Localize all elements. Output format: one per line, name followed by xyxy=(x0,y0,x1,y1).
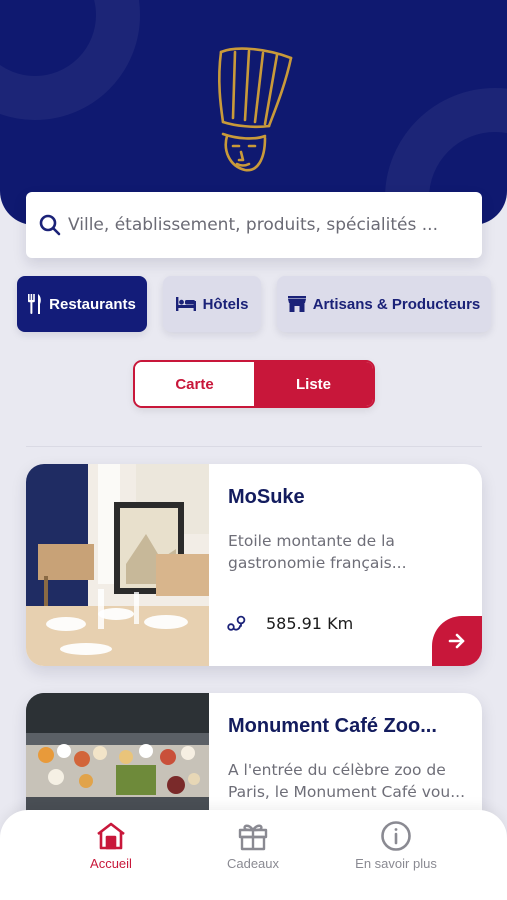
category-restaurants[interactable]: Restaurants xyxy=(17,276,147,332)
info-icon xyxy=(381,821,411,851)
category-label: Restaurants xyxy=(49,295,136,313)
tab-accueil[interactable]: Accueil xyxy=(51,820,171,880)
listing-card[interactable]: MoSuke Etoile montante de la gastronomie… xyxy=(26,464,482,666)
category-artisans-producteurs[interactable]: Artisans & Producteurs xyxy=(277,276,491,332)
view-toggle-liste[interactable]: Liste xyxy=(254,362,373,406)
bottom-tab-bar: Accueil Cadeaux En savoir plus xyxy=(0,810,507,900)
bed-icon xyxy=(175,297,196,311)
tab-en-savoir-plus[interactable]: En savoir plus xyxy=(336,820,456,880)
search-icon xyxy=(39,214,61,236)
gift-icon xyxy=(238,824,268,851)
tab-label: Cadeaux xyxy=(226,856,280,871)
arrow-right-icon xyxy=(448,633,465,649)
open-listing-button[interactable] xyxy=(432,616,482,666)
fork-knife-icon xyxy=(28,294,41,314)
category-label: Artisans & Producteurs xyxy=(312,295,481,313)
tab-label: En savoir plus xyxy=(355,856,437,871)
decorative-ring xyxy=(0,0,140,120)
category-hotels[interactable]: Hôtels xyxy=(163,276,261,332)
divider xyxy=(26,446,482,447)
search-bar[interactable] xyxy=(26,192,482,258)
tab-cadeaux[interactable]: Cadeaux xyxy=(193,820,313,880)
category-label: Hôtels xyxy=(202,295,249,313)
listing-title: MoSuke xyxy=(228,486,305,508)
restaurant-photo xyxy=(26,464,209,666)
listing-distance: 585.91 Km xyxy=(226,614,353,633)
tab-label: Accueil xyxy=(90,856,132,871)
distance-value: 585.91 Km xyxy=(266,614,354,633)
listing-description: Etoile montante de la gastronomie frança… xyxy=(228,532,407,572)
listing-title: Monument Café Zoo... xyxy=(228,715,437,737)
shop-icon xyxy=(287,296,306,312)
home-icon xyxy=(97,822,125,850)
listing-description: A l'entrée du célèbre zoo de Paris, le M… xyxy=(228,761,465,801)
chef-hat-logo-icon xyxy=(217,47,293,172)
view-toggle-carte[interactable]: Carte xyxy=(135,362,254,406)
view-toggle: Carte Liste xyxy=(133,360,375,408)
search-input[interactable] xyxy=(68,215,468,235)
route-pin-icon xyxy=(227,615,246,631)
